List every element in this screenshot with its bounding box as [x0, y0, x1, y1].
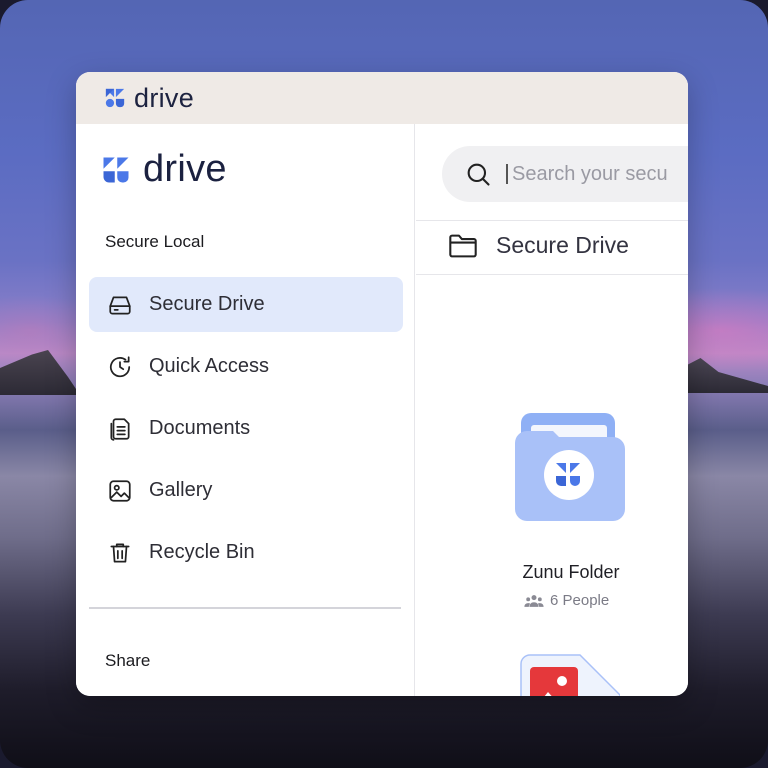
breadcrumb-divider: [416, 274, 688, 275]
sidebar-item-label: Secure Drive: [149, 293, 265, 315]
folder-outline-icon: [449, 234, 477, 257]
sidebar-item-secure-drive[interactable]: Secure Drive: [89, 277, 403, 332]
search-icon: [467, 163, 490, 186]
header-divider: [416, 220, 688, 221]
clock-icon: [109, 355, 131, 377]
sidebar-item-label: Gallery: [149, 479, 213, 501]
trash-icon: [110, 542, 130, 563]
folder-name[interactable]: Zunu Folder: [476, 562, 666, 583]
people-icon: [524, 594, 544, 607]
section-label-local: Secure Local: [105, 232, 205, 251]
text-caret: [506, 164, 508, 184]
app-window: drive drive Secure Local Secure Drive Qu…: [76, 72, 688, 696]
image-file-tile[interactable]: [520, 654, 621, 696]
search-bar[interactable]: Search your secu: [442, 146, 688, 202]
mountain-right: [678, 358, 768, 393]
sidebar: drive Secure Local Secure Drive Quick Ac…: [76, 124, 415, 696]
sidebar-item-gallery[interactable]: Gallery: [89, 463, 403, 518]
sidebar-item-documents[interactable]: Documents: [89, 401, 403, 456]
sidebar-divider: [89, 607, 401, 609]
gallery-icon: [109, 479, 131, 502]
documents-icon: [110, 417, 130, 441]
shared-folder-icon: [515, 413, 625, 521]
titlebar-brand-text: drive: [134, 82, 195, 113]
sidebar-item-label: Recycle Bin: [149, 541, 255, 563]
titlebar-brand: drive: [104, 83, 194, 114]
sidebar-item-recycle-bin[interactable]: Recycle Bin: [89, 525, 403, 580]
drive-logo-icon: [105, 88, 125, 108]
search-input[interactable]: Search your secu: [512, 163, 668, 186]
folder-meta: 6 People: [524, 592, 609, 609]
title-bar: drive: [76, 72, 688, 124]
breadcrumb-current[interactable]: Secure Drive: [496, 232, 629, 259]
sidebar-brand[interactable]: drive: [101, 148, 227, 191]
mountain-left: [0, 350, 80, 395]
folder-people-count: 6 People: [550, 592, 610, 609]
breadcrumb: Secure Drive: [448, 232, 629, 259]
drive-icon: [109, 296, 131, 315]
sidebar-item-label: Quick Access: [149, 355, 270, 377]
sidebar-brand-text: drive: [143, 148, 227, 190]
main-content: Search your secu Secure Drive Zunu Folde…: [416, 124, 688, 696]
drive-logo-icon: [103, 157, 129, 182]
sidebar-item-quick-access[interactable]: Quick Access: [89, 339, 403, 394]
folder-tile-zunu[interactable]: [515, 413, 625, 521]
section-label-share: Share: [105, 651, 151, 670]
image-file-icon: [520, 654, 621, 696]
sidebar-item-label: Documents: [149, 417, 251, 439]
